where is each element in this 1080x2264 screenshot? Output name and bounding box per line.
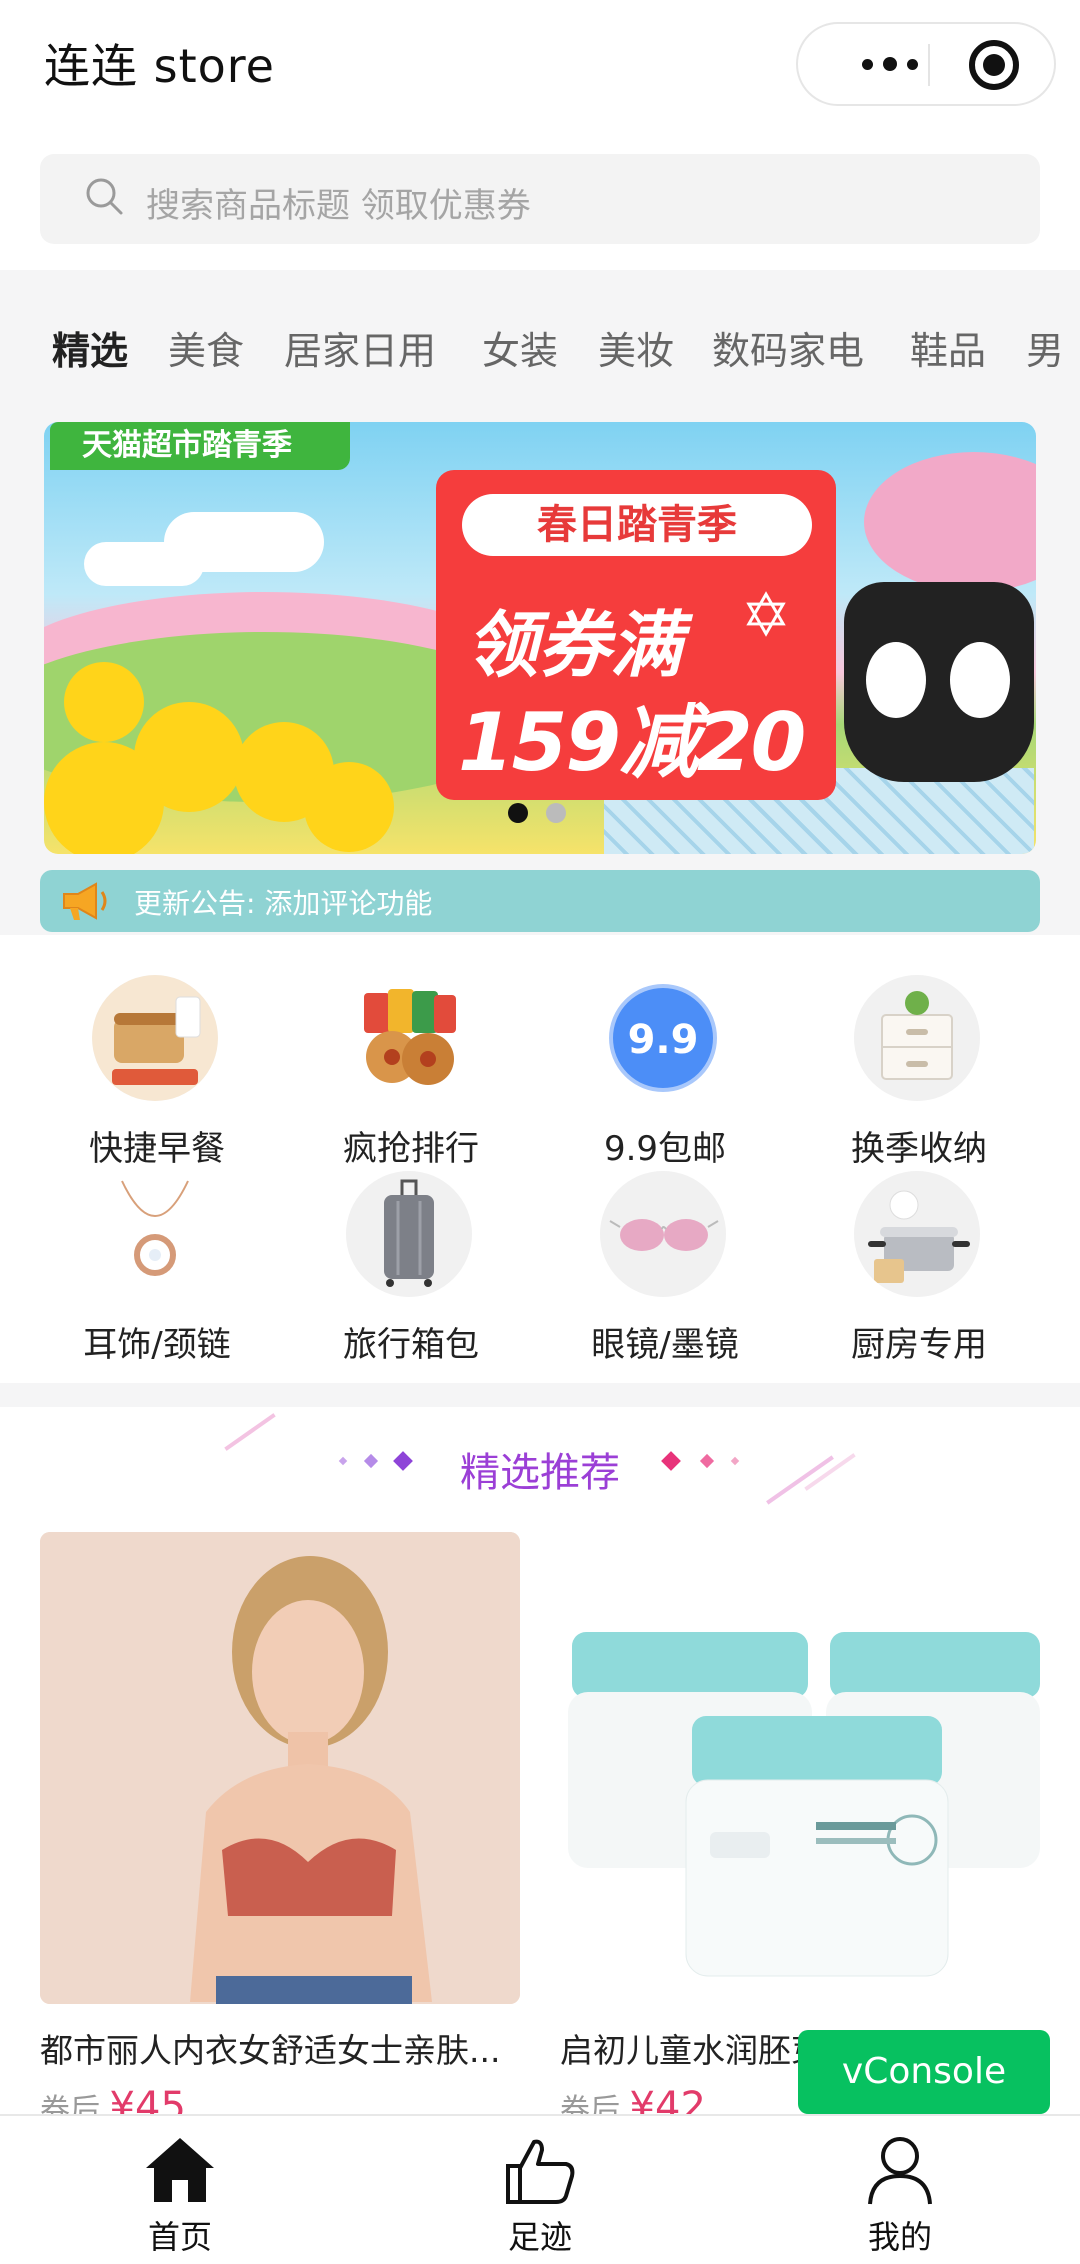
cloud-shape [84, 542, 204, 586]
tabbar-label: 我的 [867, 2218, 932, 2256]
mascot-eye [866, 642, 926, 718]
tabbar-footprint[interactable]: 足迹 [360, 2116, 720, 2264]
cookies-icon [346, 975, 472, 1101]
banner-headline: 春日踏青季 [462, 494, 812, 556]
category-item[interactable]: 疯抢排行 [284, 935, 538, 1169]
blossom-shape [864, 452, 1036, 592]
home-icon [146, 2138, 214, 2202]
category-item[interactable]: 9.9 9.9包邮 [538, 935, 792, 1169]
tab-makeup[interactable]: 美妆 [598, 320, 674, 375]
bottom-tab-bar: 首页 足迹 我的 [0, 2114, 1080, 2264]
category-label: 眼镜/墨镜 [591, 1325, 739, 1365]
sunglasses-icon [600, 1171, 726, 1297]
tabbar-label: 足迹 [507, 2218, 572, 2256]
carousel-dot-active[interactable] [508, 803, 528, 823]
quick-categories: 快捷早餐 疯抢排行 9.9 9.9包邮 换季收纳 耳饰/颈链 旅行箱包 眼镜/墨… [0, 935, 1080, 1385]
storage-box-icon [854, 975, 980, 1101]
more-menu-icon[interactable] [832, 24, 948, 104]
notice-bar[interactable]: 更新公告: 添加评论功能 [40, 870, 1040, 932]
search-bar[interactable]: 搜索商品标题 领取优惠券 [40, 154, 1040, 244]
tabbar-home[interactable]: 首页 [0, 2116, 360, 2264]
tab-featured[interactable]: 精选 [52, 320, 128, 375]
flower-shape [44, 742, 164, 854]
category-item[interactable]: 厨房专用 [792, 1131, 1046, 1365]
flower-shape [304, 762, 394, 852]
flower-shape [64, 662, 144, 742]
tab-shoes[interactable]: 鞋品 [910, 320, 986, 375]
search-placeholder: 搜索商品标题 领取优惠券 [146, 186, 531, 226]
header: 连连 store [0, 0, 1080, 130]
banner-tag: 天猫超市踏青季 [50, 422, 350, 470]
category-item[interactable]: 快捷早餐 [30, 935, 284, 1169]
category-item[interactable]: 换季收纳 [792, 935, 1046, 1169]
product-image[interactable] [40, 1532, 520, 2004]
app-title: 连连 store [44, 39, 275, 93]
suitcase-icon [346, 1171, 472, 1297]
kitchen-pot-icon [854, 1171, 980, 1297]
tab-food[interactable]: 美食 [168, 320, 244, 375]
promo-banner[interactable]: 天猫超市踏青季 春日踏青季 领券满 159减20 ✡ [44, 422, 1036, 854]
tabbar-mine[interactable]: 我的 [720, 2116, 1080, 2264]
product-name[interactable]: 都市丽人内衣女舒适女士亲肤... [40, 2024, 520, 2072]
tab-womens-wear[interactable]: 女装 [482, 320, 558, 375]
page: 连连 store 搜索商品标题 领取优惠券 精选 美食 居家日用 女装 美妆 数… [0, 0, 1080, 2264]
megaphone-icon [63, 882, 107, 920]
category-label: 耳饰/颈链 [83, 1325, 231, 1365]
notice-text: 更新公告: 添加评论功能 [134, 887, 433, 920]
vconsole-button[interactable]: vConsole [798, 2030, 1050, 2114]
tmall-cat-mascot [844, 582, 1034, 782]
carousel-dots [508, 803, 566, 823]
search-icon [86, 178, 123, 215]
nine-nine-icon: 9.9 [600, 975, 726, 1101]
mascot-eye [950, 642, 1010, 718]
category-item[interactable]: 眼镜/墨镜 [538, 1131, 792, 1365]
close-target-icon[interactable] [969, 40, 1019, 90]
tab-home-daily[interactable]: 居家日用 [284, 320, 436, 375]
section-gap [0, 1383, 1080, 1407]
capsule-divider [928, 44, 930, 86]
thumbs-up-icon [506, 2139, 575, 2204]
recommend-title: 精选推荐 [460, 1450, 620, 1496]
category-item[interactable]: 旅行箱包 [284, 1131, 538, 1365]
tab-mens[interactable]: 男 [1026, 320, 1064, 375]
product-image[interactable] [560, 1532, 1040, 2004]
banner-line1: 领券满 [466, 603, 683, 687]
carousel-dot[interactable] [546, 803, 566, 823]
category-label: 厨房专用 [851, 1325, 987, 1365]
necklace-icon [92, 1171, 218, 1297]
user-icon [868, 2137, 932, 2205]
nine-nine-badge: 9.9 [628, 1017, 699, 1063]
category-tabs: 精选 美食 居家日用 女装 美妆 数码家电 鞋品 男 [0, 320, 1080, 390]
category-label: 旅行箱包 [343, 1325, 479, 1365]
category-item[interactable]: 耳饰/颈链 [30, 1131, 284, 1365]
mini-program-capsule [796, 22, 1056, 106]
tab-digital-appliances[interactable]: 数码家电 [712, 320, 864, 375]
banner-line2: 159减20 [458, 696, 806, 789]
tabbar-label: 首页 [147, 2218, 212, 2256]
breakfast-icon [92, 975, 218, 1101]
star-icon: ✡ [740, 581, 792, 651]
